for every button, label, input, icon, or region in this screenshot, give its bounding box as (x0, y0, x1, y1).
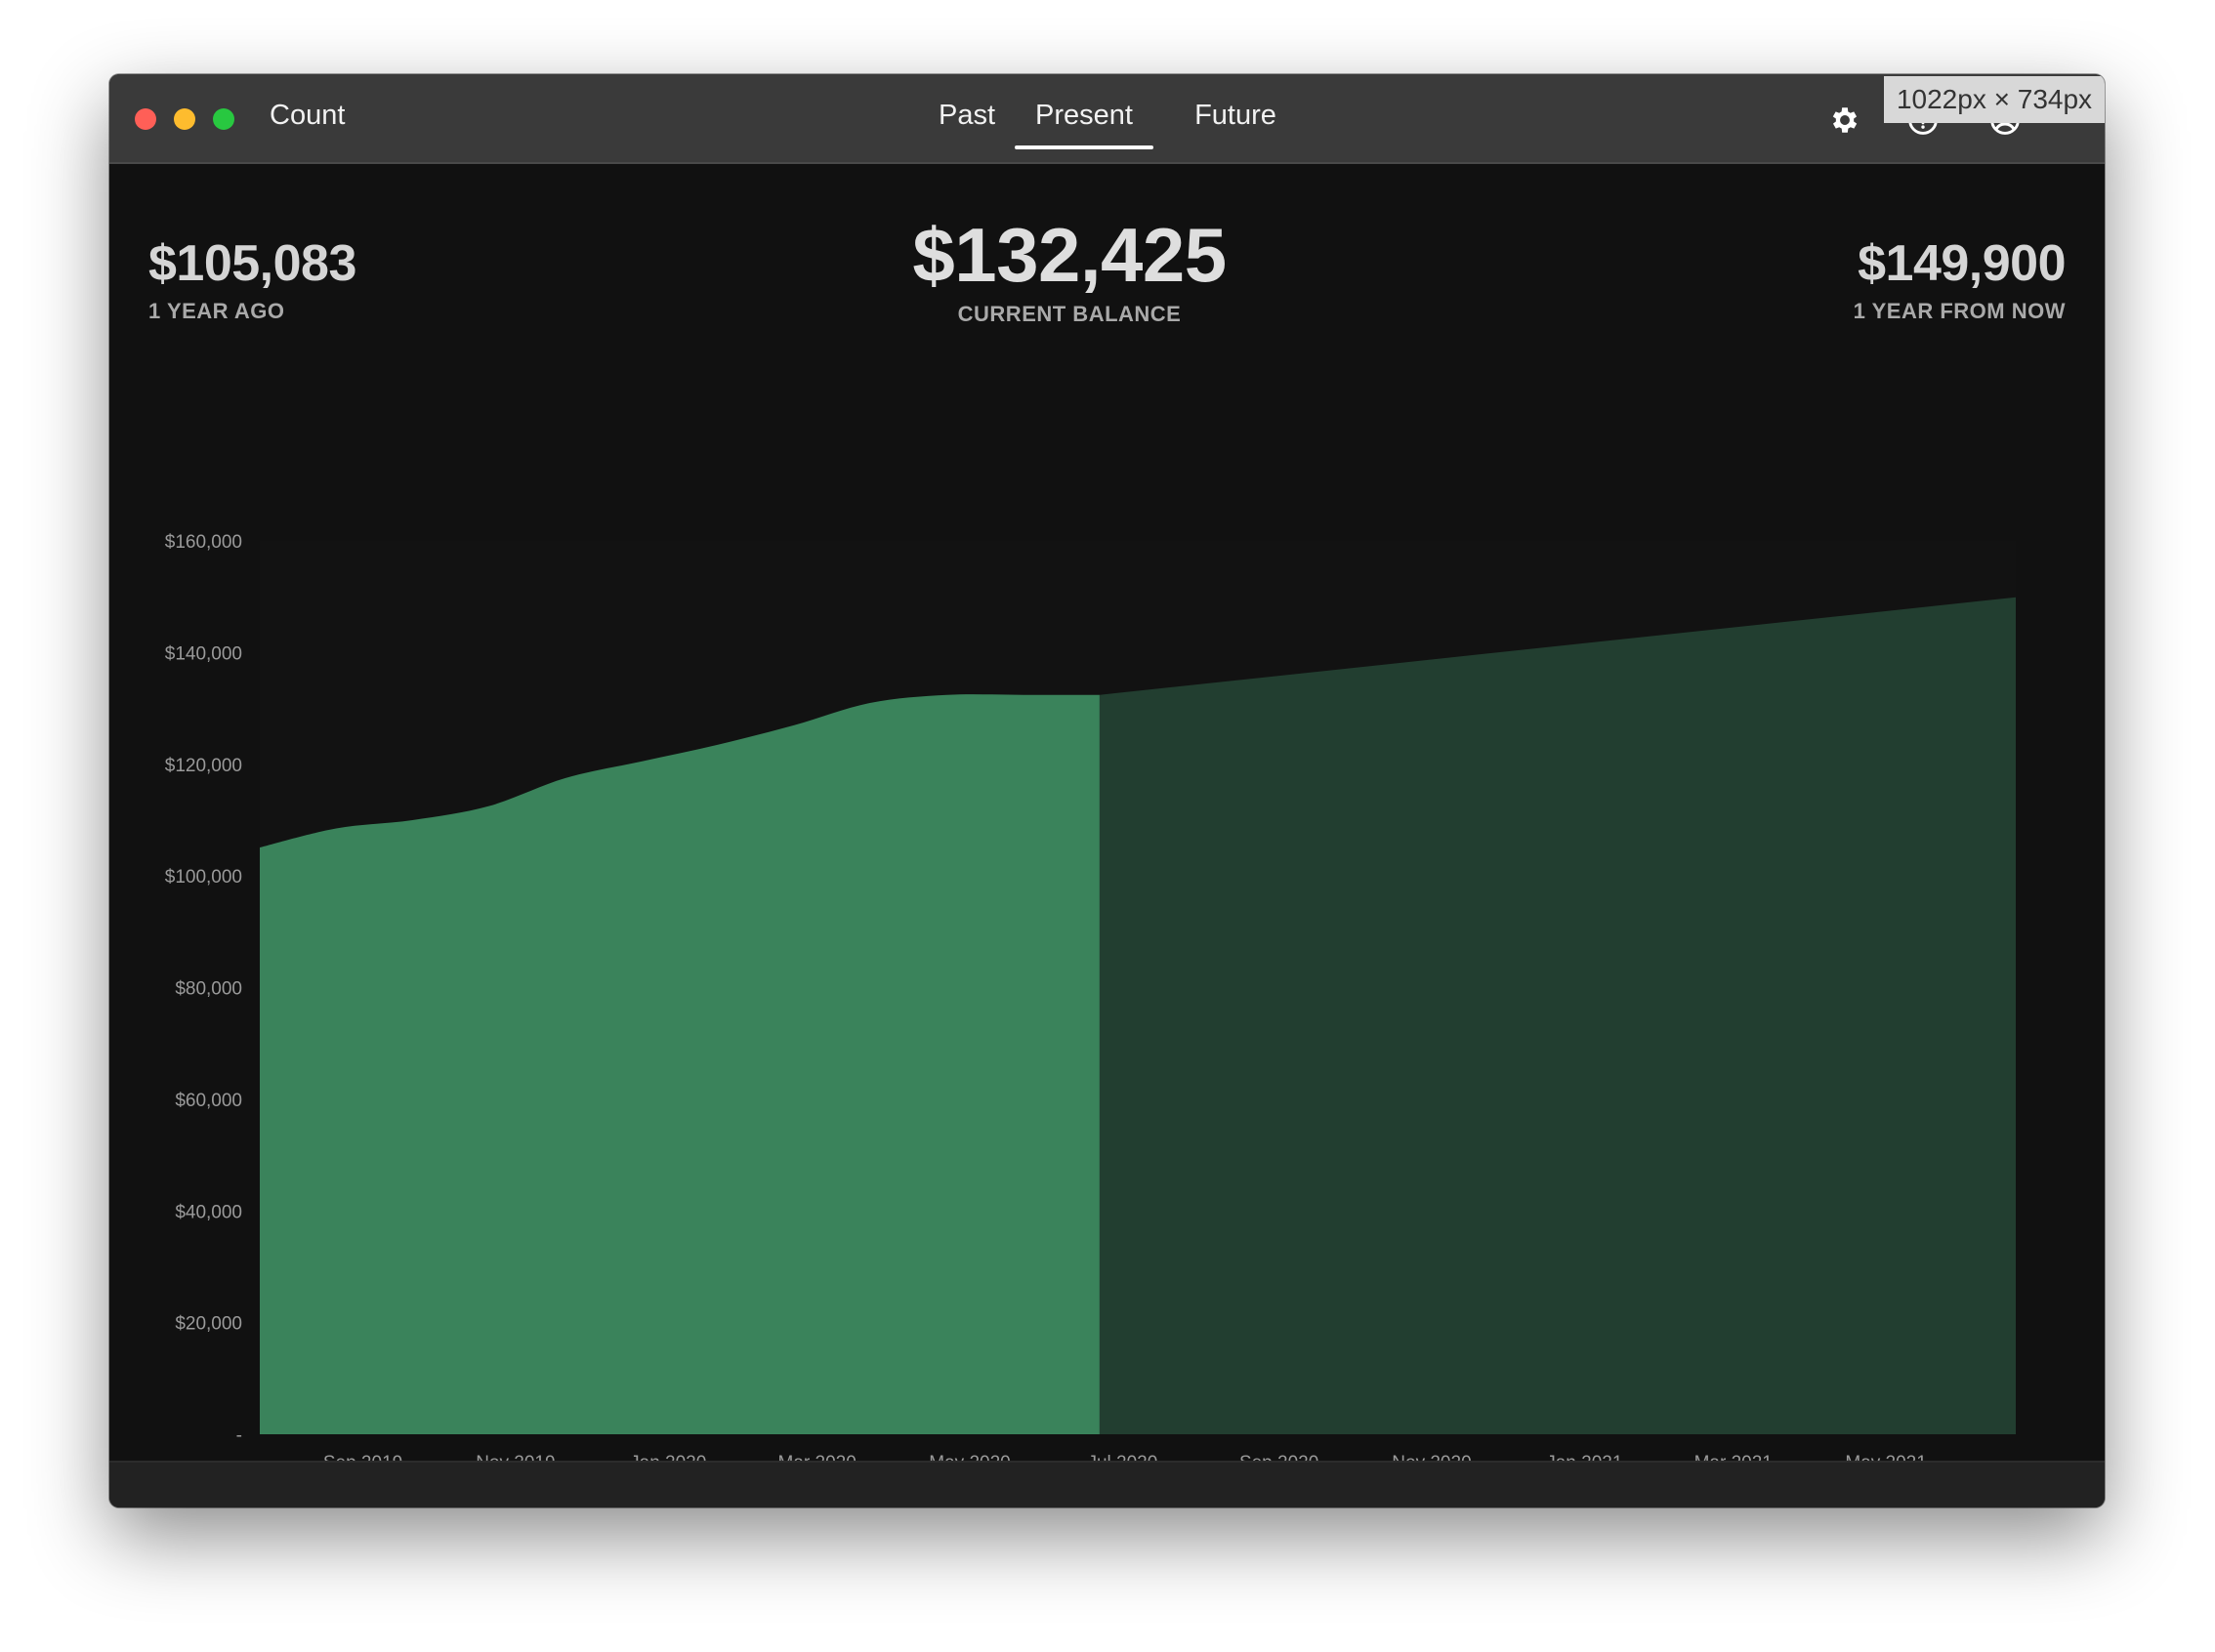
view-tabs: Past Present Future (109, 74, 2105, 164)
current-balance-label: CURRENT BALANCE (957, 302, 1182, 326)
footer-bar (109, 1461, 2105, 1507)
future-balance-value: $149,900 (1858, 235, 2066, 292)
y-axis-tick-label: - (236, 1425, 242, 1446)
stat-current: $132,425 CURRENT BALANCE (793, 211, 1346, 327)
active-tab-indicator (1015, 145, 1153, 149)
y-axis-tick-label: $160,000 (165, 532, 242, 553)
title-bar: Count Past Present Future 1022px × 734px (109, 74, 2105, 164)
window-size-badge: 1022px × 734px (1884, 76, 2105, 123)
future-projection-area (1099, 597, 2016, 1434)
stat-future: $149,900 1 YEAR FROM NOW (1853, 234, 2067, 324)
y-axis-tick-label: $60,000 (175, 1091, 242, 1111)
y-axis-tick-label: $100,000 (165, 867, 242, 888)
y-axis-tick-label: $20,000 (175, 1314, 242, 1335)
past-balance-value: $105,083 (148, 235, 356, 292)
balance-chart: - $20,000 $40,000 $60,000 $80,000 $100,000 $12… (165, 532, 2016, 1473)
tab-future[interactable]: Future (1182, 100, 1289, 132)
past-balance-label: 1 YEAR AGO (148, 299, 285, 323)
future-balance-label: 1 YEAR FROM NOW (1853, 299, 2066, 323)
tab-present[interactable]: Present (1015, 100, 1153, 132)
stat-past: $105,083 1 YEAR AGO (148, 234, 356, 324)
current-balance-value: $132,425 (912, 212, 1227, 298)
tab-past[interactable]: Past (928, 100, 1006, 132)
y-axis-tick-label: $40,000 (175, 1202, 242, 1222)
y-axis-tick-label: $80,000 (175, 979, 242, 1000)
app-window: Count Past Present Future 1022px × 734px… (109, 74, 2105, 1507)
y-axis-tick-label: $140,000 (165, 643, 242, 664)
gear-icon[interactable] (1828, 103, 1861, 137)
y-axis-tick-label: $120,000 (165, 756, 242, 776)
